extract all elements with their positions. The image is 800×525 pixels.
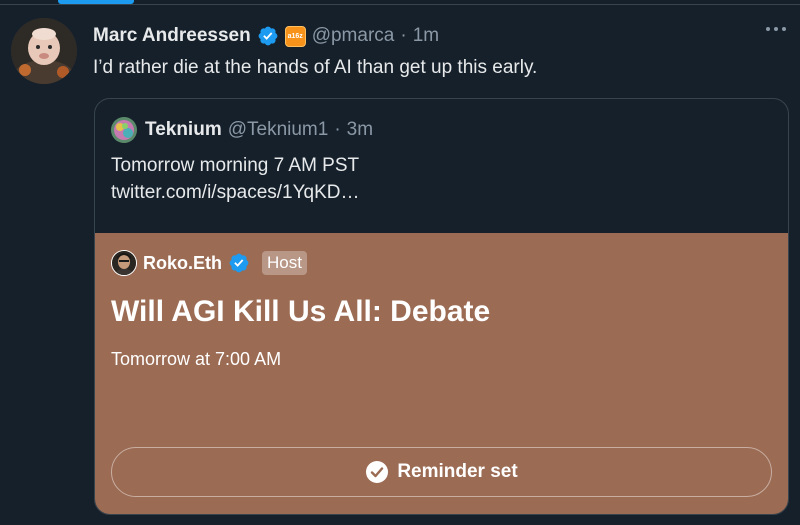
quoted-tweet-text: Tomorrow morning 7 AM PST twitter.com/i/… — [111, 152, 360, 206]
quoted-tweet-card[interactable]: Teknium @Teknium1 · 3m Tomorrow morning … — [94, 98, 789, 515]
space-scheduled-time: Tomorrow at 7:00 AM — [111, 349, 282, 369]
header-separator: · — [400, 25, 407, 46]
space-title: Will AGI Kill Us All: Debate — [111, 295, 491, 328]
quoted-author-name[interactable]: Teknium — [145, 119, 222, 141]
quoted-header-separator: · — [334, 119, 341, 140]
quoted-timestamp[interactable]: 3m — [347, 119, 373, 141]
affiliation-badge[interactable]: a16z — [284, 25, 306, 47]
tweet-header: Marc Andreessen a16z @pmarca · 1m — [93, 23, 439, 49]
quoted-text-line: Tomorrow morning 7 AM PST — [111, 155, 360, 176]
more-options-icon[interactable] — [766, 27, 786, 31]
quoted-tweet-header: Teknium @Teknium1 · 3m — [111, 117, 373, 143]
host-name[interactable]: Roko.Eth — [143, 253, 222, 274]
more-dot — [782, 27, 786, 31]
verified-badge-icon[interactable] — [257, 25, 279, 47]
more-dot — [766, 27, 770, 31]
quoted-author-handle[interactable]: @Teknium1 — [228, 119, 329, 141]
tweet-view: Marc Andreessen a16z @pmarca · 1m I’d ra… — [0, 0, 800, 525]
author-avatar[interactable] — [11, 18, 77, 84]
author-name[interactable]: Marc Andreessen — [93, 25, 251, 47]
space-host-row: Roko.Eth Host — [111, 250, 307, 276]
active-tab-indicator — [58, 0, 134, 4]
quoted-author-avatar[interactable] — [111, 117, 137, 143]
host-label-badge: Host — [262, 251, 307, 275]
reminder-set-button[interactable]: Reminder set — [111, 447, 772, 497]
host-avatar[interactable] — [111, 250, 137, 276]
space-card[interactable]: Roko.Eth Host Will AGI Kill Us All: Deba… — [95, 233, 788, 514]
checkmark-circle-icon — [365, 460, 389, 484]
tweet-text: I’d rather die at the hands of AI than g… — [93, 57, 538, 78]
host-verified-badge-icon — [228, 252, 250, 274]
more-dot — [774, 27, 778, 31]
author-avatar-image — [11, 18, 77, 84]
space-link[interactable]: twitter.com/i/spaces/1YqKD… — [111, 179, 360, 206]
reminder-set-label: Reminder set — [397, 461, 518, 482]
tweet-timestamp[interactable]: 1m — [413, 25, 439, 47]
author-handle[interactable]: @pmarca — [312, 25, 395, 47]
